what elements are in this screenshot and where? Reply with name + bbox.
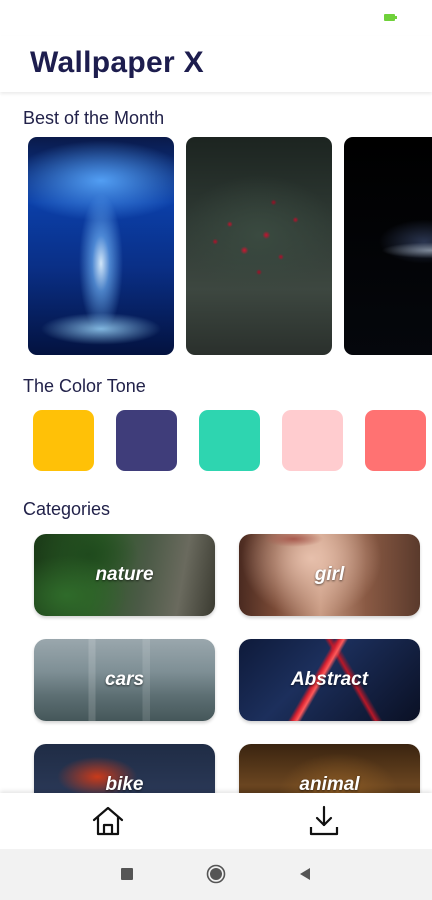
home-circle-icon — [206, 864, 226, 884]
color-tone-title: The Color Tone — [23, 376, 146, 396]
best-of-month-title: Best of the Month — [23, 108, 165, 128]
system-home-button[interactable] — [205, 863, 227, 885]
back-triangle-icon — [300, 868, 310, 880]
category-card-abstract[interactable]: Abstract — [239, 639, 420, 721]
categories-title: Categories — [23, 499, 111, 519]
system-nav-bar — [0, 849, 432, 900]
home-button[interactable] — [88, 801, 128, 841]
home-icon — [92, 806, 124, 836]
best-of-month-carousel[interactable] — [0, 137, 432, 355]
app-title: Wallpaper X — [30, 46, 204, 79]
category-card-girl[interactable]: girl — [239, 534, 420, 616]
app-bar: Wallpaper X — [0, 36, 432, 92]
color-swatch-coral[interactable] — [365, 410, 426, 471]
bottom-nav — [0, 793, 432, 849]
color-swatch-indigo[interactable] — [116, 410, 177, 471]
category-label: Abstract — [290, 669, 369, 690]
downloads-button[interactable] — [304, 801, 344, 841]
category-label: girl — [314, 564, 345, 585]
wallpaper-card-car[interactable] — [344, 137, 432, 355]
color-swatch-pink[interactable] — [282, 410, 343, 471]
download-icon — [309, 805, 339, 836]
recents-square-icon — [121, 868, 133, 880]
recents-button[interactable] — [116, 863, 138, 885]
category-label: nature — [95, 564, 154, 585]
category-label: cars — [104, 669, 145, 690]
wallpaper-card-berries[interactable] — [186, 137, 332, 355]
battery-icon — [384, 14, 397, 21]
color-swatch-teal[interactable] — [199, 410, 260, 471]
status-bar — [0, 0, 432, 36]
color-swatch-yellow[interactable] — [33, 410, 94, 471]
wallpaper-card-fountain[interactable] — [28, 137, 174, 355]
back-button[interactable] — [294, 863, 316, 885]
category-card-nature[interactable]: nature — [34, 534, 215, 616]
category-card-cars[interactable]: cars — [34, 639, 215, 721]
